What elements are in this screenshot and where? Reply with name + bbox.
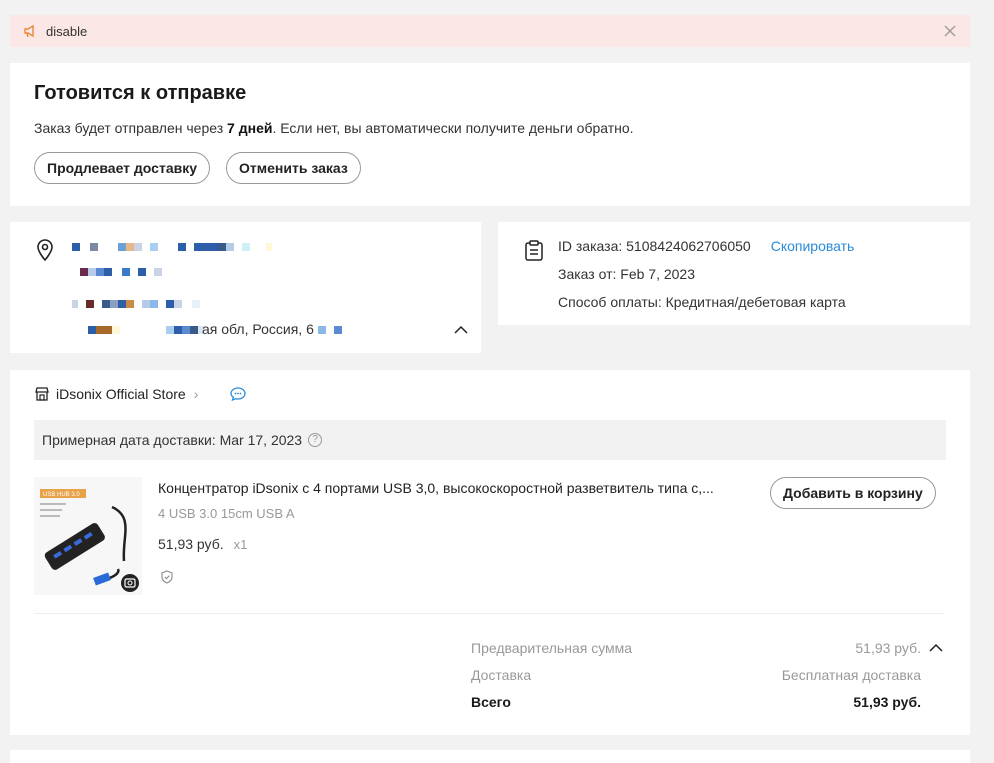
redacted-name xyxy=(72,243,272,251)
shipping-label: Доставка xyxy=(471,667,532,683)
add-to-cart-button[interactable]: Добавить в корзину xyxy=(770,477,936,509)
divider xyxy=(34,613,944,614)
redacted-street xyxy=(72,300,200,308)
store-name[interactable]: iDsonix Official Store xyxy=(56,386,186,402)
total-row: Всего 51,93 руб. xyxy=(471,694,921,710)
shipping-value: Бесплатная доставка xyxy=(781,667,921,683)
banner-text: disable xyxy=(46,23,88,39)
status-title: Готовится к отправке xyxy=(34,82,247,104)
delivery-estimate: Примерная дата доставки: Mar 17, 2023 xyxy=(42,432,303,448)
address-region-text: ая обл, Россия, 6 xyxy=(202,321,314,337)
close-icon[interactable] xyxy=(942,23,958,39)
product-qty: x1 xyxy=(233,537,248,552)
extend-delivery-button[interactable]: Продлевает доставку xyxy=(34,152,211,184)
chevron-right-icon[interactable]: › xyxy=(194,386,199,402)
cancel-order-button[interactable]: Отменить заказ xyxy=(226,152,361,184)
copy-link[interactable]: Скопировать xyxy=(771,238,855,254)
product-image[interactable]: USB HUB 3.0 xyxy=(34,477,142,595)
order-id-row: ID заказа: 5108424062706050 Скопировать xyxy=(558,238,854,254)
redacted-phone xyxy=(80,268,162,276)
delivery-estimate-bar: Примерная дата доставки: Mar 17, 2023 ? xyxy=(34,420,946,460)
store-header[interactable]: iDsonix Official Store › xyxy=(34,386,946,402)
shipping-address-card: ая обл, Россия, 6 xyxy=(10,222,481,353)
location-pin-icon xyxy=(34,238,56,262)
shipping-row: Доставка Бесплатная доставка xyxy=(471,667,921,683)
chat-icon[interactable] xyxy=(230,386,247,402)
total-label: Всего xyxy=(471,694,511,710)
store-icon xyxy=(34,386,50,402)
notice-banner: disable xyxy=(10,15,970,47)
order-info-card: ID заказа: 5108424062706050 Скопировать З… xyxy=(498,222,970,325)
order-items-card: iDsonix Official Store › Примерная дата … xyxy=(10,370,970,735)
order-id: ID заказа: 5108424062706050 xyxy=(558,238,751,254)
summary-chevron-up-icon[interactable] xyxy=(928,640,944,656)
product-price: 51,93 руб. xyxy=(158,536,224,552)
help-icon[interactable]: ? xyxy=(308,433,323,447)
subtotal-label: Предварительная сумма xyxy=(471,640,633,656)
next-card xyxy=(10,750,970,763)
product-variant: 4 USB 3.0 15cm USB A xyxy=(158,506,295,521)
shield-check-icon xyxy=(160,570,174,584)
total-value: 51,93 руб. xyxy=(853,694,921,710)
order-status-card: Готовится к отправке Заказ будет отправл… xyxy=(10,63,970,206)
product-price-row: 51,93 руб. x1 xyxy=(158,536,247,552)
chevron-up-icon[interactable] xyxy=(453,322,469,338)
redacted-region xyxy=(88,326,204,334)
redacted-postcode xyxy=(318,326,342,334)
order-date: Заказ от: Feb 7, 2023 xyxy=(558,266,696,282)
product-image-caption: USB HUB 3.0 xyxy=(43,492,80,498)
status-description: Заказ будет отправлен через 7 дней. Если… xyxy=(34,120,634,136)
subtotal-row: Предварительная сумма 51,93 руб. xyxy=(471,640,921,656)
subtotal-value: 51,93 руб. xyxy=(855,640,921,656)
payment-method: Способ оплаты: Кредитная/дебетовая карта xyxy=(558,294,846,310)
megaphone-icon xyxy=(22,23,38,39)
document-icon xyxy=(524,240,544,262)
product-title[interactable]: Концентратор iDsonix с 4 портами USB 3,0… xyxy=(158,480,748,496)
